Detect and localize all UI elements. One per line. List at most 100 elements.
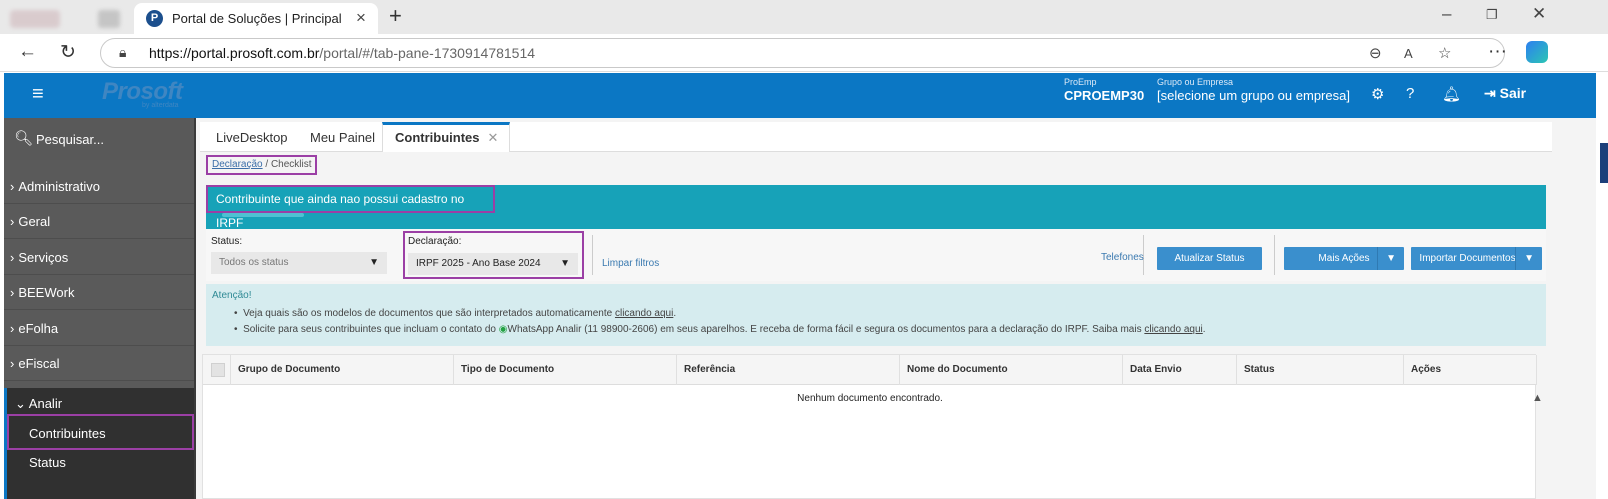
- copilot-icon[interactable]: [1526, 41, 1548, 63]
- url-text: https://portal.prosoft.com.br/portal/#/t…: [149, 45, 535, 61]
- browser-titlebar: P Portal de Soluções | Principal × + – ❐…: [0, 0, 1608, 34]
- read-aloud-icon[interactable]: A: [1404, 46, 1413, 61]
- url-path: /portal/#/tab-pane-1730914781514: [319, 45, 536, 61]
- search-icon: 🔍︎: [14, 130, 34, 147]
- sidebar-group-label: Analir: [28, 396, 63, 411]
- new-tab-icon[interactable]: +: [389, 3, 402, 29]
- app-header: ≡ Prosoft by alterdata ProEmp CPROEMP30 …: [4, 73, 1596, 118]
- back-icon[interactable]: ←: [18, 41, 37, 63]
- column-data-envio[interactable]: Data Envio: [1123, 355, 1237, 385]
- tab-label: Contribuintes: [395, 130, 480, 145]
- sidebar-item-contribuintes[interactable]: Contribuintes: [29, 426, 106, 441]
- chevron-down-icon: ⌄: [15, 396, 29, 411]
- sidebar-item-geral[interactable]: › Geral: [4, 205, 194, 239]
- refresh-icon[interactable]: ↻: [60, 41, 76, 64]
- column-tipo-documento[interactable]: Tipo de Documento: [454, 355, 677, 385]
- more-actions-button[interactable]: Mais Ações ▼: [1284, 247, 1404, 270]
- attention-text: Solicite para seus contribuintes que inc…: [243, 324, 496, 335]
- close-tab-icon[interactable]: ×: [356, 8, 366, 28]
- tab-contribuintes[interactable]: Contribuintes ✕: [382, 122, 510, 152]
- chevron-right-icon: ›: [10, 356, 15, 371]
- side-panel-edge: [1600, 143, 1608, 183]
- sidebar-item-label: Serviços: [18, 250, 69, 265]
- caret-down-icon: ▼: [1386, 253, 1396, 264]
- column-acoes[interactable]: Ações: [1404, 355, 1537, 385]
- clear-filters-link[interactable]: Limpar filtros: [602, 258, 659, 269]
- attention-text: Veja quais são os modelos de documentos …: [243, 308, 613, 319]
- tab-meu-painel[interactable]: Meu Painel: [298, 122, 387, 152]
- browser-tab-title: Portal de Soluções | Principal: [172, 11, 342, 26]
- status-filter-select[interactable]: Todos os status ▼: [211, 252, 387, 274]
- sidebar-item-analir[interactable]: ⌄ Analir: [15, 396, 62, 412]
- prosoft-favicon-icon: P: [146, 10, 163, 27]
- sidebar-search[interactable]: 🔍︎ Pesquisar...: [4, 118, 194, 160]
- chevron-right-icon: ›: [10, 179, 15, 194]
- help-icon[interactable]: ?: [1406, 85, 1414, 102]
- sidebar-item-servicos[interactable]: › Serviços: [4, 241, 194, 275]
- models-link[interactable]: clicando aqui: [615, 308, 673, 319]
- more-actions-label: Mais Ações: [1318, 253, 1370, 264]
- sidebar-item-administrativo[interactable]: › Administrativo: [4, 170, 194, 204]
- chevron-right-icon: ›: [10, 250, 15, 265]
- sidebar-item-beework[interactable]: › BEEWork: [4, 276, 194, 310]
- dropdown-arrow-icon: ▼: [369, 257, 379, 268]
- telefones-link[interactable]: Telefones: [1101, 252, 1144, 263]
- breadcrumb-separator: /: [265, 159, 269, 170]
- bell-icon[interactable]: 🔔︎: [1442, 85, 1461, 103]
- learn-more-link[interactable]: clicando aqui: [1144, 324, 1202, 335]
- attention-title: Atenção!: [212, 290, 252, 301]
- sidebar-item-efolha[interactable]: › eFolha: [4, 312, 194, 346]
- close-tab-icon[interactable]: ✕: [488, 130, 499, 145]
- blurred-tab-content: [10, 10, 60, 28]
- attention-text: .: [1202, 324, 1206, 335]
- column-referencia[interactable]: Referência: [677, 355, 900, 385]
- restore-icon[interactable]: ❐: [1486, 7, 1498, 23]
- column-status[interactable]: Status: [1237, 355, 1404, 385]
- breadcrumb-declaracao-link[interactable]: Declaração: [212, 159, 263, 170]
- url-field[interactable]: 🔒︎ https://portal.prosoft.com.br/portal/…: [100, 38, 1505, 68]
- sidebar-item-efiscal[interactable]: › eFiscal: [4, 347, 194, 381]
- url-host: https://portal.prosoft.com.br: [149, 45, 320, 61]
- sidebar-item-label: eFiscal: [18, 356, 60, 371]
- active-browser-tab[interactable]: P Portal de Soluções | Principal ×: [134, 3, 378, 34]
- sidebar-menu: › Administrativo › Geral › Serviços › BEEWor…: [4, 160, 194, 499]
- filter-separator: [1274, 235, 1275, 275]
- banner-decor-bar: [222, 213, 304, 217]
- logo-subtitle: by alterdata: [142, 102, 179, 109]
- inactive-browser-tab[interactable]: [0, 2, 130, 32]
- update-status-button[interactable]: Atualizar Status: [1157, 247, 1262, 270]
- tab-livedesktop[interactable]: LiveDesktop: [204, 122, 300, 152]
- import-documents-button[interactable]: Importar Documentos ▼: [1411, 247, 1542, 270]
- documents-table: Grupo de Documento Tipo de Documento Ref…: [202, 354, 1537, 499]
- sidebar-item-status[interactable]: Status: [29, 455, 66, 470]
- favorite-star-icon[interactable]: ☆: [1438, 44, 1451, 62]
- empty-table-message: Nenhum documento encontrado.: [797, 393, 943, 404]
- logout-button[interactable]: ⇥ Sair: [1484, 85, 1526, 102]
- gear-icon[interactable]: ⚙: [1371, 85, 1384, 103]
- caret-down-icon: ▼: [1524, 253, 1534, 264]
- main-content: LiveDesktop Meu Painel Contribuintes ✕ De…: [196, 118, 1596, 499]
- proemp-value[interactable]: CPROEMP30: [1064, 88, 1144, 103]
- status-filter-label: Status:: [211, 236, 243, 247]
- hamburger-icon[interactable]: ≡: [32, 83, 44, 106]
- sidebar-item-label: Administrativo: [18, 179, 100, 194]
- zoom-icon[interactable]: ⊖: [1369, 44, 1382, 62]
- dropdown-arrow-icon: ▼: [560, 258, 570, 269]
- column-nome-documento[interactable]: Nome do Documento: [900, 355, 1123, 385]
- grupo-selector[interactable]: [selecione um grupo ou empresa]: [1157, 88, 1350, 103]
- blurred-tab-icon: [98, 10, 120, 28]
- search-input[interactable]: Pesquisar...: [36, 132, 104, 147]
- chevron-right-icon: ›: [10, 285, 15, 300]
- logout-icon: ⇥: [1484, 85, 1500, 101]
- scroll-up-icon[interactable]: ▲: [1532, 392, 1543, 404]
- minimize-icon[interactable]: –: [1442, 4, 1451, 24]
- window-close-icon[interactable]: ✕: [1532, 4, 1546, 24]
- attention-text: WhatsApp Analir (11 98900-2606) em seus …: [507, 324, 1142, 335]
- more-options-icon[interactable]: ···: [1488, 41, 1507, 63]
- whatsapp-icon: ◉: [498, 324, 508, 335]
- declaracao-filter-select[interactable]: IRPF 2025 - Ano Base 2024 ▼: [408, 253, 578, 275]
- filter-bar: Status: Todos os status ▼ Declaração: IRP…: [206, 229, 1546, 281]
- breadcrumb: Declaração / Checklist: [206, 155, 317, 175]
- grupo-label: Grupo ou Empresa: [1157, 77, 1234, 87]
- column-grupo-documento[interactable]: Grupo de Documento: [231, 355, 454, 385]
